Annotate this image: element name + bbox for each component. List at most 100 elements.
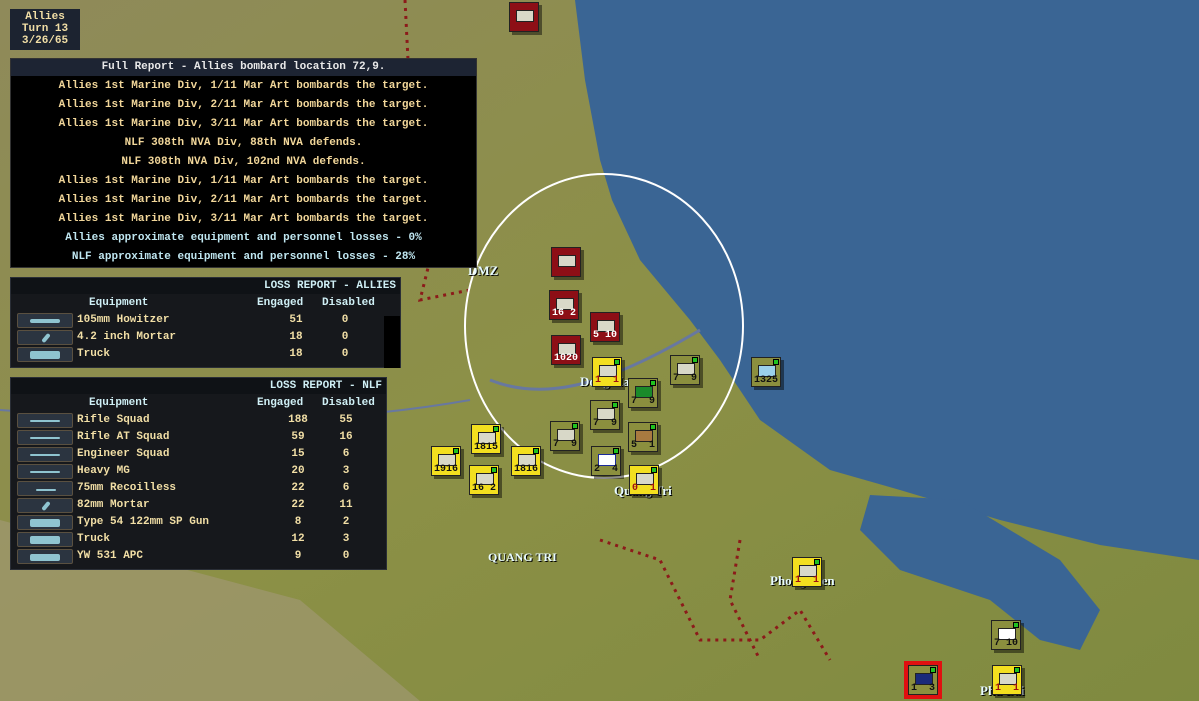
full-report-panel[interactable]: Full Report - Allies bombard location 72…: [10, 58, 477, 268]
engaged-count: 15: [291, 448, 305, 460]
unit-counter[interactable]: 5 10: [590, 312, 620, 342]
engaged-count: 18: [289, 348, 303, 360]
defense-value: 1: [1012, 683, 1019, 694]
disabled-count: 0: [341, 348, 349, 360]
attack-value: 7: [631, 396, 638, 407]
disabled-count: 3: [342, 465, 350, 477]
howitzer-icon: [17, 313, 73, 328]
equipment-name: Rifle AT Squad: [77, 431, 170, 443]
unit-counter[interactable]: 79: [670, 355, 700, 385]
engaged-count: 51: [289, 314, 303, 326]
mortar-icon: [17, 330, 73, 345]
turn-date: 3/26/65: [21, 35, 69, 47]
defense-value: 25: [766, 375, 779, 386]
loss-row: Type 54 122mm SP Gun 8 2: [11, 514, 386, 531]
attack-value: 16: [552, 308, 565, 319]
col-equipment: Equipment: [89, 297, 149, 309]
attack-value: 7: [673, 373, 680, 384]
disabled-count: 55: [339, 414, 353, 426]
loss-row: 4.2 inch Mortar 18 0: [11, 329, 400, 346]
engaged-count: 12: [291, 533, 305, 545]
machine-gun-icon: [17, 464, 73, 479]
turn-number: Turn 13: [21, 23, 69, 35]
engaged-count: 59: [291, 431, 305, 443]
hq-unit-counter[interactable]: 13: [904, 661, 942, 699]
report-line: Allies 1st Marine Div, 2/11 Mar Art bomb…: [58, 99, 429, 111]
report-line: NLF 308th NVA Div, 102nd NVA defends.: [121, 156, 366, 168]
attack-value: 7: [553, 439, 560, 450]
allies-loss-summary: Allies approximate equipment and personn…: [65, 232, 422, 244]
rifle-icon: [17, 413, 73, 428]
naval-unit-counter[interactable]: 13 25: [751, 357, 781, 387]
mortar-icon: [17, 498, 73, 513]
loss-row: Truck 18 0: [11, 346, 400, 363]
scrollbar[interactable]: [384, 316, 400, 368]
attack-value: 1: [795, 575, 802, 586]
map-label-quang-tri-province: QUANG TRI: [488, 550, 557, 564]
unit-counter[interactable]: 11: [592, 357, 622, 387]
unit-counter[interactable]: 18 15: [471, 424, 501, 454]
loss-row: 75mm Recoilless 22 6: [11, 480, 386, 497]
defense-value: 9: [610, 418, 617, 429]
attack-value: 19: [434, 464, 447, 475]
equipment-name: 82mm Mortar: [77, 499, 150, 511]
col-disabled: Disabled: [322, 297, 375, 309]
unit-counter[interactable]: [509, 2, 539, 32]
attack-value: 2: [594, 464, 601, 475]
loss-row: YW 531 APC 9 0: [11, 548, 386, 565]
unit-counter[interactable]: 79: [550, 421, 580, 451]
attack-value: 7: [994, 638, 1001, 649]
disabled-count: 2: [342, 516, 350, 528]
recoilless-icon: [17, 481, 73, 496]
defense-value: 9: [690, 373, 697, 384]
attack-value: 1: [995, 683, 1002, 694]
attack-value: 5: [593, 330, 600, 341]
attack-value: 7: [593, 418, 600, 429]
defense-value: 10: [604, 330, 617, 341]
unit-symbol-icon: [516, 10, 534, 22]
equipment-name: Type 54 122mm SP Gun: [77, 516, 210, 528]
attack-value: 18: [514, 464, 527, 475]
unit-counter[interactable]: 7 10: [991, 620, 1021, 650]
unit-counter[interactable]: 16 2: [549, 290, 579, 320]
loss-report-allies[interactable]: LOSS REPORT - ALLIES Equipment Engaged D…: [10, 277, 401, 368]
unit-counter[interactable]: 16 2: [469, 465, 499, 495]
defense-value: 1: [612, 375, 619, 386]
unit-counter[interactable]: 01: [629, 465, 659, 495]
loss-row: Heavy MG 20 3: [11, 463, 386, 480]
unit-counter[interactable]: 10 20: [551, 335, 581, 365]
unit-counter[interactable]: 11: [992, 665, 1022, 695]
truck-icon: [17, 532, 73, 547]
unit-counter[interactable]: 79: [590, 400, 620, 430]
engaged-count: 8: [294, 516, 302, 528]
loss-row: 105mm Howitzer 51 0: [11, 312, 400, 329]
truck-icon: [17, 347, 73, 362]
defense-value: 4: [611, 464, 618, 475]
unit-counter[interactable]: 19 16: [431, 446, 461, 476]
defense-value: 10: [1005, 638, 1018, 649]
defense-value: 9: [648, 396, 655, 407]
equipment-name: Rifle Squad: [77, 414, 150, 426]
disabled-count: 3: [342, 533, 350, 545]
unit-counter[interactable]: 18 16: [511, 446, 541, 476]
unit-counter[interactable]: 11: [792, 557, 822, 587]
defense-value: 20: [566, 353, 579, 364]
apc-icon: [17, 549, 73, 564]
rifle-icon: [17, 447, 73, 462]
rifle-icon: [17, 430, 73, 445]
defense-value: 16: [526, 464, 539, 475]
nlf-loss-summary: NLF approximate equipment and personnel …: [71, 251, 416, 263]
report-line: Allies 1st Marine Div, 2/11 Mar Art bomb…: [58, 194, 429, 206]
attack-value: 16: [472, 483, 485, 494]
unit-symbol-icon: [558, 255, 576, 267]
unit-counter[interactable]: [551, 247, 581, 277]
defense-value: 1: [648, 440, 655, 451]
engaged-count: 22: [291, 482, 305, 494]
loss-report-nlf[interactable]: LOSS REPORT - NLF Equipment Engaged Disa…: [10, 377, 387, 570]
disabled-count: 6: [342, 448, 350, 460]
equipment-name: 105mm Howitzer: [77, 314, 170, 326]
unit-counter[interactable]: 79: [628, 378, 658, 408]
unit-counter[interactable]: 51: [628, 422, 658, 452]
unit-counter[interactable]: 24: [591, 446, 621, 476]
report-line: Allies 1st Marine Div, 3/11 Mar Art bomb…: [58, 213, 429, 225]
